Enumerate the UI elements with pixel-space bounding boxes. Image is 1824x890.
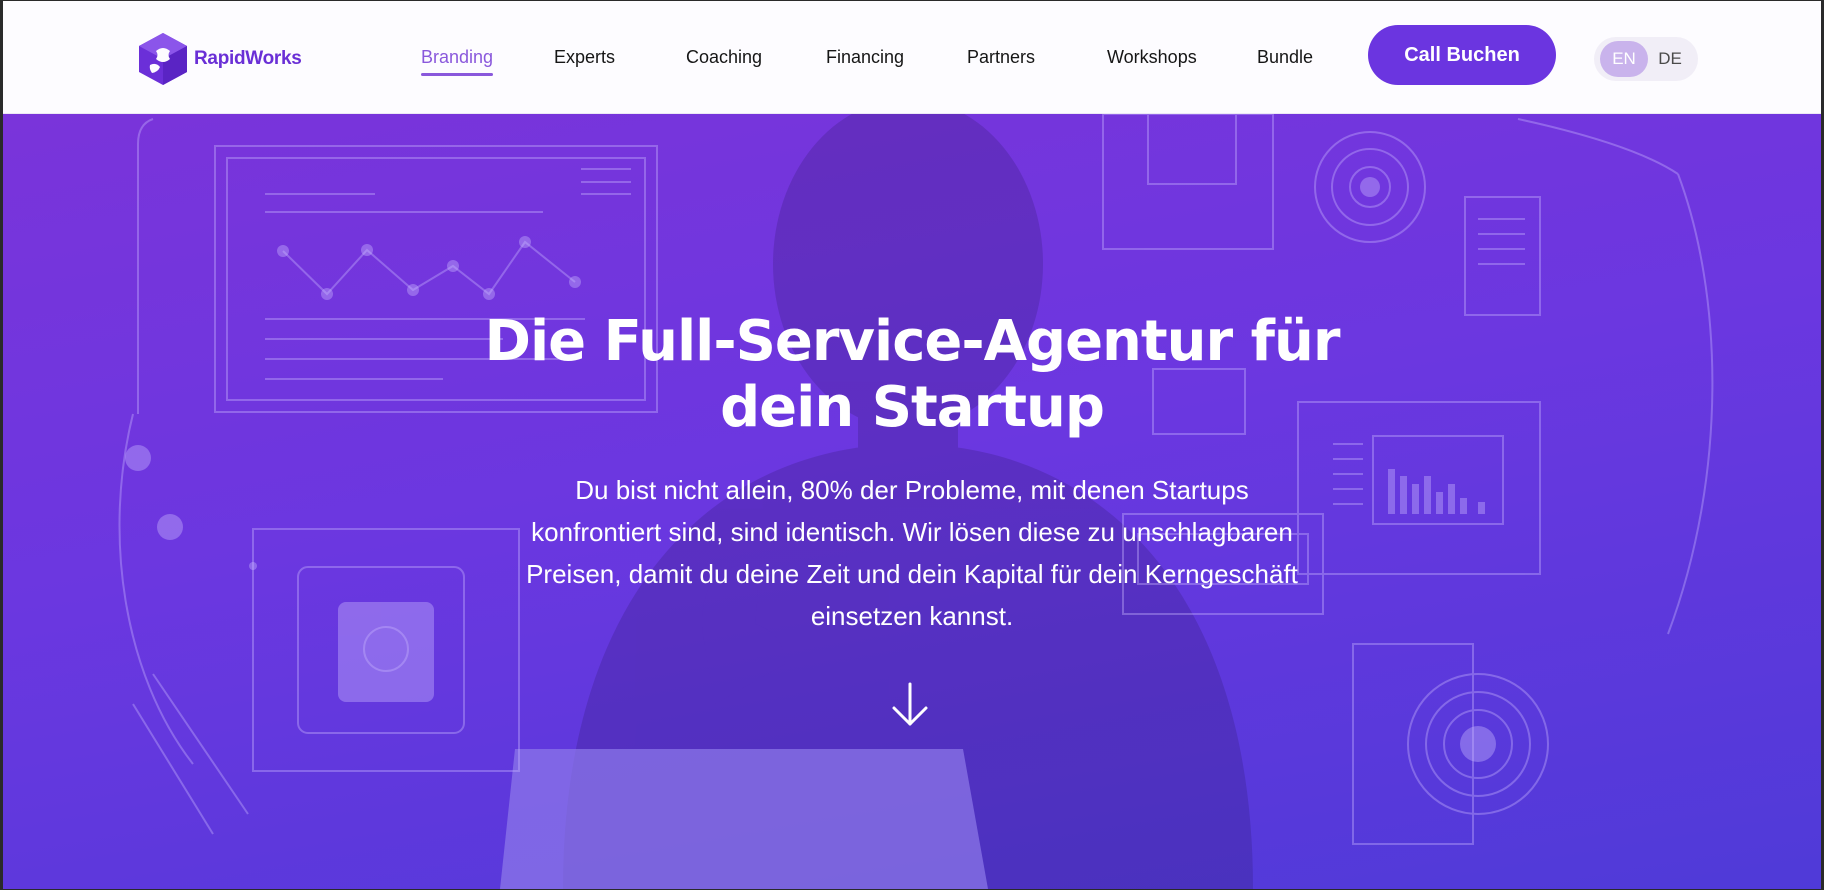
nav-link-experts[interactable]: Experts <box>554 47 615 68</box>
nav-link-branding[interactable]: Branding <box>421 47 494 76</box>
browser-viewport: RapidWorks Branding Experts Coaching Fin… <box>3 1 1821 889</box>
brand-logo[interactable]: RapidWorks <box>136 31 302 87</box>
site-header: RapidWorks Branding Experts Coaching Fin… <box>3 1 1821 114</box>
laptop-silhouette <box>500 749 988 889</box>
hero-description: Du bist nicht allein, 80% der Probleme, … <box>526 475 1298 631</box>
language-option-en[interactable]: EN <box>1600 41 1648 77</box>
call-buchen-button[interactable]: Call Buchen <box>1368 25 1556 85</box>
nav-link-workshops[interactable]: Workshops <box>1107 47 1197 68</box>
nav-link-partners[interactable]: Partners <box>967 47 1035 68</box>
hero-headline: Die Full-Service-Agentur für dein Startu… <box>484 309 1340 440</box>
brand-name: RapidWorks <box>194 48 302 69</box>
puzzle-cube-logo-icon <box>139 33 187 85</box>
arrow-down-icon[interactable] <box>890 681 930 729</box>
language-toggle: EN DE <box>1594 37 1698 81</box>
language-option-de[interactable]: DE <box>1646 41 1694 77</box>
hero-section: Die Full-Service-Agentur für dein Startu… <box>3 114 1821 889</box>
nav-link-coaching[interactable]: Coaching <box>686 47 762 68</box>
nav-link-financing[interactable]: Financing <box>826 47 904 68</box>
nav-link-bundle[interactable]: Bundle <box>1257 47 1313 68</box>
